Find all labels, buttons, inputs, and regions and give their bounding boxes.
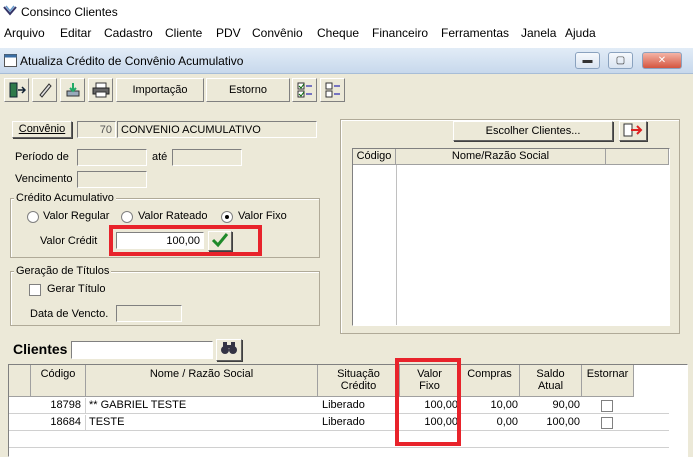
grid-col-codigo[interactable]: Código xyxy=(31,365,86,397)
window-title-bar: Atualiza Crédito de Convênio Acumulativo… xyxy=(0,48,693,74)
grid-col-saldo[interactable]: Saldo Atual xyxy=(520,365,582,397)
grid-col-situacao[interactable]: Situação Crédito xyxy=(318,365,400,397)
list-col-codigo[interactable]: Código xyxy=(353,149,396,165)
credito-acumulativo-title: Crédito Acumulativo xyxy=(14,192,116,204)
grid-col-saldo-line2: Atual xyxy=(537,380,564,392)
credit-window: Atualiza Crédito de Convênio Acumulativo… xyxy=(0,48,693,457)
row-estornar-checkbox[interactable] xyxy=(601,417,613,429)
close-button[interactable]: ✕ xyxy=(642,52,682,69)
exit-button[interactable] xyxy=(4,78,29,102)
periodo-start-field[interactable] xyxy=(77,149,147,166)
grid-col-situacao-line1: Situação xyxy=(337,368,380,380)
radio-valor-rateado[interactable] xyxy=(121,211,133,223)
checklist-icon xyxy=(297,82,312,98)
table-row-empty[interactable] xyxy=(9,431,669,448)
save-button[interactable] xyxy=(60,78,85,102)
gerar-titulo-label: Gerar Título xyxy=(47,283,106,295)
row-situacao: Liberado xyxy=(322,416,365,428)
move-clients-button[interactable] xyxy=(619,121,647,141)
clientes-label: Clientes xyxy=(13,341,68,357)
menu-ferramentas[interactable]: Ferramentas xyxy=(441,26,509,40)
periodo-label: Período de xyxy=(15,151,69,163)
transfer-arrow-icon xyxy=(623,123,643,137)
edit-button[interactable] xyxy=(32,78,57,102)
periodo-end-field[interactable] xyxy=(172,149,242,166)
grid-col-saldo-line1: Saldo xyxy=(536,368,565,380)
app-title-bar: Consinco Clientes xyxy=(0,0,693,23)
app-logo-icon xyxy=(3,4,17,21)
row-saldo: 100,00 xyxy=(546,416,580,428)
menu-cheque[interactable]: Cheque xyxy=(317,26,359,40)
convenio-name-field: CONVENIO ACUMULATIVO xyxy=(117,121,317,138)
grid-col-compras[interactable]: Compras xyxy=(460,365,520,397)
binoculars-icon xyxy=(221,342,237,354)
menu-bar: Arquivo Editar Cadastro Cliente PDV Conv… xyxy=(0,23,693,44)
row-compras: 10,00 xyxy=(490,399,518,411)
download-icon xyxy=(66,83,79,97)
app-title: Consinco Clientes xyxy=(21,5,118,19)
list-col-extra[interactable] xyxy=(606,149,669,165)
valor-credito-label: Valor Crédit xyxy=(40,235,98,247)
list-col-nome[interactable]: Nome/Razão Social xyxy=(396,149,606,165)
uncheck-all-button[interactable] xyxy=(320,78,345,102)
table-row[interactable]: 18798 ** GABRIEL TESTE Liberado 100,00 1… xyxy=(9,397,669,414)
grid-corner xyxy=(9,365,31,397)
unchecklist-icon xyxy=(325,82,340,98)
radio-valor-fixo[interactable] xyxy=(221,211,233,223)
radio-valor-regular[interactable] xyxy=(27,211,39,223)
row-estornar-checkbox[interactable] xyxy=(601,400,613,412)
vencimento-field[interactable] xyxy=(77,171,147,188)
table-row[interactable]: 18684 TESTE Liberado 100,00 0,00 100,00 xyxy=(9,414,669,431)
menu-cliente[interactable]: Cliente xyxy=(165,26,202,40)
list-col-divider xyxy=(396,165,397,325)
grid-col-estornar[interactable]: Estornar xyxy=(582,365,634,397)
menu-cadastro[interactable]: Cadastro xyxy=(104,26,153,40)
menu-ajuda[interactable]: Ajuda xyxy=(565,26,596,40)
menu-arquivo[interactable]: Arquivo xyxy=(4,26,45,40)
row-compras: 0,00 xyxy=(496,416,518,428)
vencimento-label: Vencimento xyxy=(15,173,73,185)
geracao-titulos-title: Geração de Títulos xyxy=(14,265,112,277)
radio-valor-rateado-label: Valor Rateado xyxy=(138,210,208,222)
row-situacao: Liberado xyxy=(322,399,365,411)
clientes-search-input[interactable] xyxy=(71,341,213,359)
minimize-button[interactable]: ▬ xyxy=(575,52,600,69)
escolher-clientes-button[interactable]: Escolher Clientes... xyxy=(453,121,613,141)
grid-col-situacao-line2: Crédito xyxy=(340,380,377,392)
grid-col-nome[interactable]: Nome / Razão Social xyxy=(86,365,318,397)
row-nome: ** GABRIEL TESTE xyxy=(89,399,187,411)
window-icon xyxy=(4,54,17,70)
estorno-button[interactable]: Estorno xyxy=(206,78,290,102)
window-title: Atualiza Crédito de Convênio Acumulativo xyxy=(20,54,244,68)
convenio-code-field: 70 xyxy=(77,121,116,138)
menu-financeiro[interactable]: Financeiro xyxy=(372,26,428,40)
menu-pdv[interactable]: PDV xyxy=(216,26,241,40)
convenio-button[interactable]: Convênio xyxy=(12,121,72,138)
gerar-titulo-checkbox[interactable] xyxy=(29,284,41,296)
clientes-search-button[interactable] xyxy=(216,339,242,361)
printer-icon xyxy=(92,82,109,98)
radio-valor-fixo-label: Valor Fixo xyxy=(238,210,287,222)
row-nome: TESTE xyxy=(89,416,125,428)
menu-convenio[interactable]: Convênio xyxy=(252,26,303,40)
highlight-valor-credito xyxy=(109,225,262,256)
maximize-button[interactable]: ▢ xyxy=(608,52,633,69)
highlight-valor-fixo xyxy=(395,358,461,446)
menu-editar[interactable]: Editar xyxy=(60,26,91,40)
check-all-button[interactable] xyxy=(292,78,317,102)
row-codigo: 18684 xyxy=(31,415,86,430)
menu-janela[interactable]: Janela xyxy=(521,26,556,40)
pencil-icon xyxy=(38,83,52,98)
ate-label: até xyxy=(152,151,168,163)
print-button[interactable] xyxy=(88,78,113,102)
data-vencto-label: Data de Vencto. xyxy=(30,308,109,320)
selected-clients-list[interactable] xyxy=(352,148,670,326)
radio-valor-regular-label: Valor Regular xyxy=(43,210,110,222)
row-saldo: 90,00 xyxy=(552,399,580,411)
window-client-area: Importação Estorno Convênio 70 CONVENIO … xyxy=(0,74,693,457)
data-vencto-field[interactable] xyxy=(116,305,182,322)
row-codigo: 18798 xyxy=(31,398,86,413)
importacao-button[interactable]: Importação xyxy=(116,78,204,102)
exit-door-icon xyxy=(9,82,26,98)
